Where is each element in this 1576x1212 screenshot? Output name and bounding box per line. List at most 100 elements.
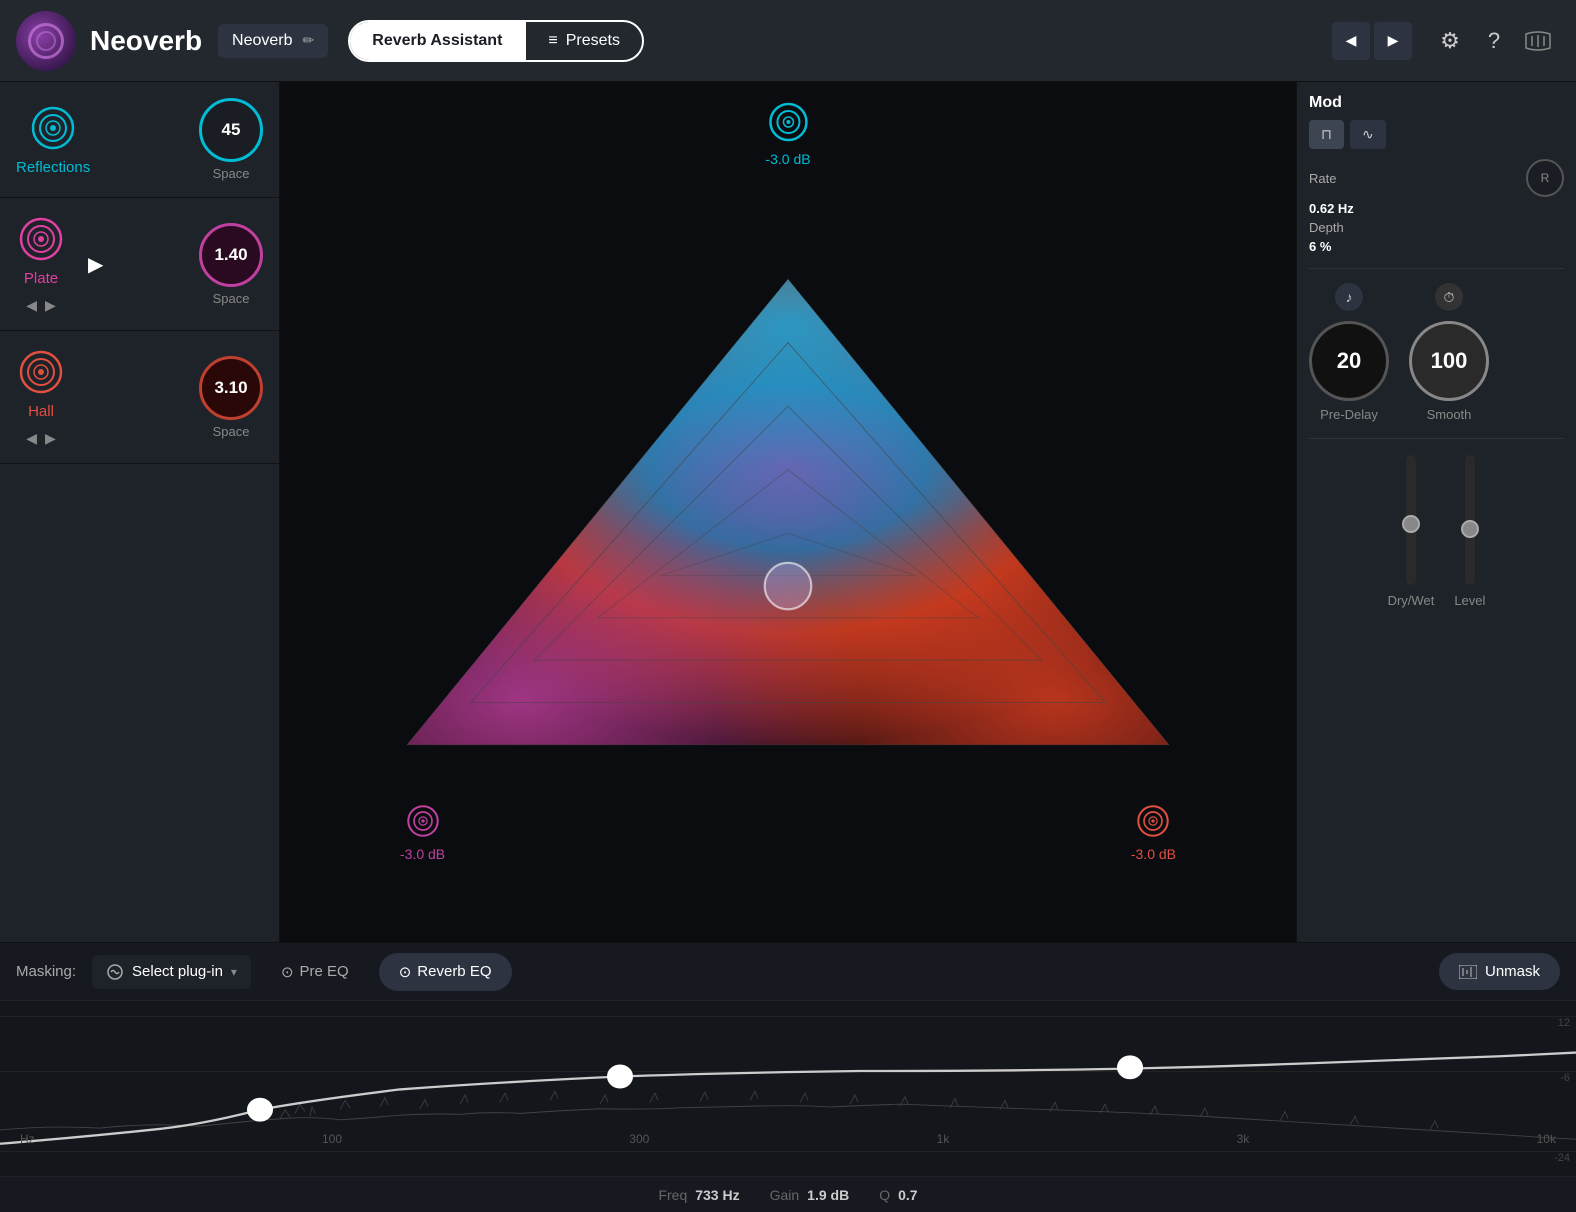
- unmask-button[interactable]: Unmask: [1439, 953, 1560, 990]
- settings-button[interactable]: ⚙: [1428, 19, 1472, 63]
- midi-button[interactable]: [1516, 19, 1560, 63]
- midi-icon: [1524, 30, 1552, 52]
- select-plugin-label: Select plug-in: [132, 963, 223, 980]
- unmask-label: Unmask: [1485, 963, 1540, 980]
- hall-icon-group: Hall ◀ ▶: [16, 347, 66, 447]
- masking-label: Masking:: [16, 963, 76, 980]
- eq-point-1[interactable]: [248, 1099, 272, 1121]
- dry-wet-slider-thumb[interactable]: [1402, 515, 1420, 533]
- level-slider-thumb[interactable]: [1461, 520, 1479, 538]
- plate-knob[interactable]: 1.40: [199, 223, 263, 287]
- reverb-assistant-button[interactable]: Reverb Assistant: [350, 22, 526, 60]
- hall-spiral-icon: [17, 348, 65, 396]
- hall-space-label: Space: [213, 424, 250, 439]
- help-button[interactable]: ?: [1472, 19, 1516, 63]
- pre-delay-group: ♪ 20 Pre-Delay: [1309, 283, 1389, 422]
- depth-value-row: 6 %: [1309, 239, 1564, 254]
- right-panel: Mod ⊓ ∿ Rate R 0.62 Hz Depth 6 % ♪: [1296, 82, 1576, 942]
- preset-name: Neoverb: [232, 32, 292, 50]
- plate-space-label: Space: [213, 291, 250, 306]
- freq-stat-value: 733 Hz: [695, 1187, 739, 1203]
- plate-play-button[interactable]: ▶: [88, 252, 103, 277]
- pre-delay-value: 20: [1337, 348, 1361, 374]
- hall-knob[interactable]: 3.10: [199, 356, 263, 420]
- left-panel: Reflections 45 Space: [0, 82, 280, 942]
- rate-label: Rate: [1309, 171, 1336, 186]
- db-label-bottom-left: -3.0 dB: [400, 803, 445, 862]
- sliders-row: Dry/Wet Level: [1309, 438, 1564, 608]
- hall-nav: ◀ ▶: [26, 430, 56, 447]
- pre-eq-tab[interactable]: ⊙ Pre EQ: [261, 953, 369, 991]
- eq-footer: Freq 733 Hz Gain 1.9 dB Q 0.7: [0, 1176, 1576, 1212]
- eq-chart[interactable]: 12 -6 -24 Hz 100 300 1k 3k 10k: [0, 1001, 1576, 1176]
- reflections-knob[interactable]: 45: [199, 98, 263, 162]
- pre-delay-label: Pre-Delay: [1320, 407, 1378, 422]
- pre-eq-label: Pre EQ: [300, 963, 349, 980]
- hall-prev-button[interactable]: ◀: [26, 430, 37, 447]
- mod-type-buttons: ⊓ ∿: [1309, 120, 1564, 149]
- reflections-label: Reflections: [16, 159, 90, 176]
- rate-row: Rate R: [1309, 159, 1564, 197]
- plate-next-button[interactable]: ▶: [45, 297, 56, 314]
- mod-sine-button[interactable]: ∿: [1350, 120, 1386, 149]
- reverb-eq-tab[interactable]: ⊙ Reverb EQ: [379, 953, 512, 991]
- q-stat-value: 0.7: [898, 1187, 917, 1203]
- mod-section: Mod ⊓ ∿ Rate R 0.62 Hz Depth 6 %: [1309, 94, 1564, 254]
- presets-list-icon: ≡: [548, 32, 557, 50]
- reflections-space-label: Space: [213, 166, 250, 181]
- smooth-label: Smooth: [1427, 407, 1472, 422]
- level-slider-track[interactable]: [1465, 455, 1475, 585]
- smooth-group: ⏱ 100 Smooth: [1409, 283, 1489, 422]
- bottom-panel: Masking: Select plug-in ▾ ⊙ Pre EQ ⊙ Rev…: [0, 942, 1576, 1212]
- reflections-icon: [28, 103, 78, 153]
- smooth-icon: ⏱: [1435, 283, 1463, 311]
- nav-next-button[interactable]: ▶: [1374, 22, 1412, 60]
- hall-icon: [16, 347, 66, 397]
- plate-label: Plate: [24, 270, 58, 287]
- plate-knob-value: 1.40: [214, 245, 247, 265]
- unmask-icon: [1459, 965, 1477, 979]
- smooth-value: 100: [1431, 348, 1468, 374]
- plate-section: Plate ◀ ▶ ▶ 1.40 Space: [0, 198, 279, 331]
- app-name: Neoverb: [90, 25, 202, 57]
- reflections-icon-group: Reflections: [16, 103, 90, 176]
- mod-square-button[interactable]: ⊓: [1309, 120, 1344, 149]
- logo-spiral-icon: [28, 23, 64, 59]
- reflections-knob-group: 45 Space: [199, 98, 263, 181]
- db-top-value: -3.0 dB: [765, 151, 810, 167]
- rate-knob[interactable]: R: [1526, 159, 1564, 197]
- eq-point-3[interactable]: [1118, 1056, 1142, 1078]
- center-visualization[interactable]: -3.0 dB -3.0 dB -3.0 dB: [280, 82, 1296, 942]
- dry-wet-slider-track[interactable]: [1406, 455, 1416, 585]
- freq-stat: Freq 733 Hz: [658, 1187, 739, 1203]
- chevron-down-icon: ▾: [231, 965, 237, 979]
- hall-next-button[interactable]: ▶: [45, 430, 56, 447]
- plate-prev-button[interactable]: ◀: [26, 297, 37, 314]
- reverb-eq-icon: ⊙: [399, 963, 412, 981]
- pre-delay-knob[interactable]: 20: [1309, 321, 1389, 401]
- plate-nav: ◀ ▶: [26, 297, 56, 314]
- smooth-knob[interactable]: 100: [1409, 321, 1489, 401]
- eq-point-2[interactable]: [608, 1065, 632, 1087]
- hall-knob-value: 3.10: [214, 378, 247, 398]
- plate-spiral-icon: [17, 215, 65, 263]
- gain-stat-label: Gain: [770, 1187, 800, 1203]
- nav-prev-button[interactable]: ◀: [1332, 22, 1370, 60]
- gain-stat: Gain 1.9 dB: [770, 1187, 850, 1203]
- select-plugin-dropdown[interactable]: Select plug-in ▾: [92, 955, 251, 989]
- preset-selector[interactable]: Neoverb ✏: [218, 24, 328, 58]
- nav-arrows: ◀ ▶: [1332, 22, 1412, 60]
- hall-section: Hall ◀ ▶ 3.10 Space: [0, 331, 279, 464]
- note-icon: ♪: [1335, 283, 1363, 311]
- presets-button[interactable]: ≡ Presets: [526, 22, 642, 60]
- dry-wet-slider-group: Dry/Wet: [1388, 455, 1435, 608]
- top-spiral-icon: [766, 100, 810, 144]
- main-area: Reflections 45 Space: [0, 82, 1576, 942]
- pre-eq-icon: ⊙: [281, 963, 294, 981]
- plate-icon: [16, 214, 66, 264]
- depth-row: Depth: [1309, 220, 1564, 235]
- dry-wet-label: Dry/Wet: [1388, 593, 1435, 608]
- level-label: Level: [1454, 593, 1485, 608]
- right-knobs-row: ♪ 20 Pre-Delay ⏱ 100 Smooth: [1309, 268, 1564, 422]
- edit-preset-icon[interactable]: ✏: [303, 32, 315, 49]
